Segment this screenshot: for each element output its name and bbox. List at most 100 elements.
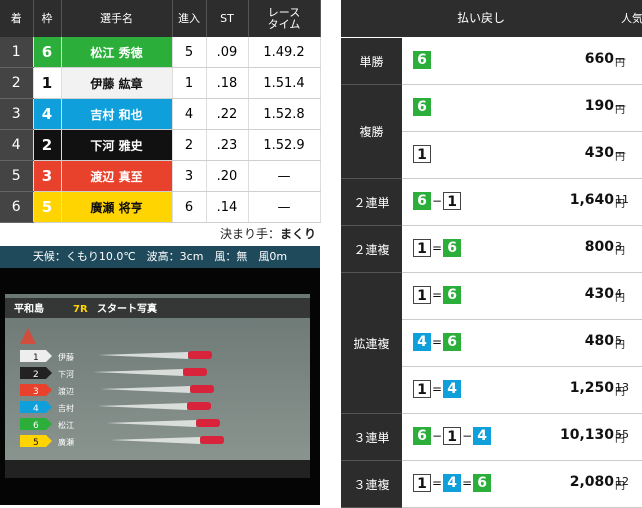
popularity: 3 (615, 240, 622, 253)
photo-boat (183, 368, 207, 376)
boat-number-badge: 6 (443, 333, 462, 351)
popularity: 55 (615, 428, 629, 441)
boat-number-badge: 1 (413, 474, 431, 492)
weather-bar: 天候：くもり10.0℃ 波高：3cm 風：無 風0m (0, 246, 320, 268)
boat-number-badge: 6 (443, 239, 462, 257)
result-race-time: — (248, 160, 321, 192)
result-racer-name[interactable]: 伊藤 紘章 (60, 67, 173, 99)
result-racer-name[interactable]: 下河 雅史 (61, 129, 173, 161)
combination: 1 = 4 = 6 (413, 474, 492, 492)
result-row: 1 6 松江 秀徳 5.09 1.49.2 (0, 37, 321, 68)
photo-racer-name: 伊藤 (58, 352, 74, 362)
result-lane: 4 (33, 98, 62, 130)
photo-racer-name: 渡辺 (58, 386, 74, 396)
result-entry: 4 (172, 98, 207, 130)
header-name: 選手名 (61, 0, 173, 37)
photo-boat (188, 351, 212, 359)
photo-boat (187, 402, 211, 410)
photo-lane-number: 6 (33, 421, 39, 431)
payout-row: 6−1−4 10,130 円 55 (402, 414, 642, 461)
boat-number-badge: 1 (413, 239, 431, 257)
combination: 1 (413, 145, 431, 163)
bet-type-label: 複勝 (341, 85, 402, 179)
result-entry: 6 (172, 191, 207, 223)
result-race-time: 1.49.2 (248, 37, 321, 68)
payout-amount: 1,640 (569, 192, 614, 208)
result-entry: 3 (172, 160, 207, 192)
combination-separator: − (462, 429, 473, 443)
payout-amount: 190 (584, 98, 614, 114)
bet-type-label: 単勝 (341, 38, 402, 85)
popularity: 5 (615, 334, 622, 347)
popularity: 12 (615, 475, 629, 488)
payout-row: 1 = 6 800 円 3 (402, 226, 642, 273)
popularity: — (615, 99, 626, 112)
boat-number-badge: 4 (443, 474, 462, 492)
result-lane: 1 (32, 67, 62, 99)
header-rank: 着 (0, 0, 34, 37)
start-photo[interactable]: 平和島 7R スタート写真 1 伊藤 2 下河 3 渡辺 4 吉村 6 松江 5 廣瀬 (0, 268, 320, 505)
combination: 6−1 (413, 192, 462, 210)
boat-number-badge: 4 (413, 333, 431, 351)
popularity: — (615, 52, 626, 65)
boat-number-badge: 1 (413, 145, 431, 163)
result-lane: 5 (33, 191, 62, 223)
result-table: 着 枠 選手名 進入 ST レース タイム 1 6 松江 秀徳 5.09 1.49.2 2 1… (0, 0, 321, 223)
photo-racer-name: 下河 (58, 369, 74, 379)
payout-amount: 2,080 (569, 474, 614, 490)
combination-separator: = (462, 476, 473, 490)
bet-type-label: ３連単 (341, 414, 402, 461)
kimarite-value: まくり (279, 227, 316, 241)
result-racer-name[interactable]: 吉村 和也 (61, 98, 173, 130)
result-st: .14 (206, 191, 249, 223)
bet-type-label: ３連複 (341, 461, 402, 508)
payout-row: 1 = 4 1,250 円 13 (402, 367, 642, 414)
photo-racer-name: 吉村 (58, 403, 74, 413)
payout-row: 1 = 6 430 円 4 (402, 273, 642, 320)
result-row: 4 2 下河 雅史 2.23 1.52.9 (0, 129, 321, 161)
boat-number-badge: 1 (443, 427, 462, 445)
photo-caption: スタート写真 (97, 302, 157, 315)
header-st: ST (206, 0, 249, 37)
combination: 6 (413, 98, 431, 116)
payout-amount: 480 (584, 333, 614, 349)
result-lane: 2 (33, 129, 62, 161)
header-time-line2: タイム (267, 17, 301, 31)
kimarite: 決まり手：まくり (0, 224, 320, 244)
combination-separator: = (432, 241, 443, 255)
payout-amount: 430 (584, 145, 614, 161)
payout-amount: 10,130 (559, 427, 614, 443)
combination-separator: = (432, 476, 443, 490)
boat-number-badge: 1 (413, 286, 431, 304)
result-race-time: 1.52.8 (248, 98, 321, 130)
combination-separator: − (432, 429, 443, 443)
payout-row: 6 190 円 — (402, 85, 642, 132)
combination: 6−1−4 (413, 427, 492, 445)
result-racer-name[interactable]: 廣瀬 将亨 (61, 191, 173, 223)
combination-separator: = (432, 335, 443, 349)
header-lane: 枠 (33, 0, 62, 37)
result-st: .18 (206, 67, 249, 99)
boat-number-badge: 6 (413, 427, 431, 445)
photo-boat (196, 419, 220, 427)
photo-lane-number: 2 (33, 370, 39, 380)
popularity: — (615, 146, 626, 159)
photo-racer-name: 廣瀬 (58, 437, 74, 447)
boat-number-badge: 6 (473, 474, 492, 492)
result-rank: 1 (0, 37, 34, 68)
combination-separator: = (432, 382, 443, 396)
combination-separator: = (432, 288, 443, 302)
start-photo-image: 平和島 7R スタート写真 1 伊藤 2 下河 3 渡辺 4 吉村 6 松江 5 廣瀬 (0, 268, 320, 505)
payout-amount: 800 (584, 239, 614, 255)
bet-type-label: ２連単 (341, 179, 402, 226)
popularity: 4 (615, 287, 622, 300)
result-lane: 6 (33, 37, 62, 68)
payout-amount: 660 (584, 51, 614, 67)
payout-row: 1 = 4 = 6 2,080 円 12 (402, 461, 642, 508)
payout-row: 4 = 6 480 円 5 (402, 320, 642, 367)
payout-row: 6−1 1,640 円 11 (402, 179, 642, 226)
result-row: 5 3 渡辺 真至 3.20— (0, 160, 321, 192)
result-racer-name[interactable]: 松江 秀徳 (61, 37, 173, 68)
result-racer-name[interactable]: 渡辺 真至 (61, 160, 173, 192)
boat-number-badge: 1 (413, 380, 431, 398)
